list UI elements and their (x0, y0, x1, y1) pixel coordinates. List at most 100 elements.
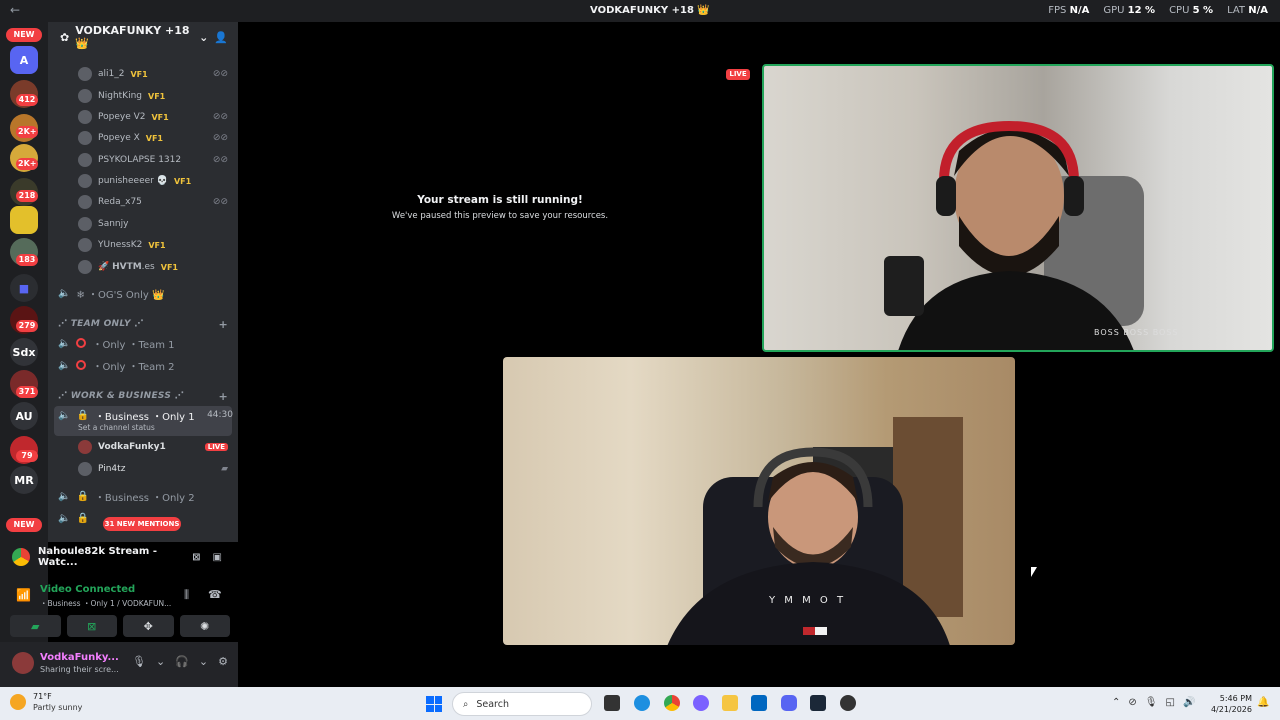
server-badge: 279 (16, 320, 38, 332)
temperature: 71°F (33, 692, 52, 701)
taskbar: 71°F Partly sunny ⌕ Search ⌃ ⊘ 🎙 ◱ 🔊 5:4… (0, 687, 1280, 720)
speaker-icon: 🔈 (58, 490, 71, 502)
steam-icon[interactable] (810, 695, 826, 711)
window-title: VODKAFUNKY +18 👑 (590, 5, 710, 16)
lock-icon: 🔒 (76, 512, 89, 524)
server-icon[interactable]: MR (10, 466, 38, 494)
deafened-icon: ⊘⊘ (212, 69, 228, 79)
chevron-down-icon[interactable]: ⌄ (156, 655, 165, 668)
voice-channel-business1[interactable]: 🔈 🔒 ・Business ・Only 1 44:30 (58, 405, 233, 425)
chrome-icon (12, 548, 30, 566)
time: 5:46 PM (1219, 694, 1252, 703)
video-tile-2[interactable]: Y M M O T (503, 357, 1015, 645)
channel-status[interactable]: Set a channel status (78, 423, 155, 432)
voice-status[interactable]: Video Connected (40, 584, 135, 595)
chevron-up-icon[interactable]: ⌃ (1112, 697, 1120, 708)
avatar (78, 131, 92, 145)
voice-member[interactable]: punisheeeer 💀 VF1 (78, 171, 228, 191)
screen-share-button[interactable]: ⊠ (66, 615, 117, 637)
voice-channel-team2[interactable]: 🔈 ・Only ・Team 2 (58, 355, 233, 375)
stop-stream-icon[interactable]: ⊠ (192, 552, 200, 563)
new-mentions-pill[interactable]: 31 NEW MENTIONS (103, 517, 181, 531)
chrome-icon[interactable] (664, 695, 680, 711)
invite-icon[interactable]: 👤 (214, 31, 228, 44)
popout-icon[interactable]: ▣ (213, 552, 222, 563)
fps-stat: FPS N/A (1048, 5, 1090, 16)
network-icon[interactable]: ⊘ (1128, 697, 1136, 708)
add-channel-icon[interactable]: + (218, 390, 228, 403)
server-icon[interactable] (10, 206, 38, 234)
server-icon[interactable]: A (10, 46, 38, 74)
file-explorer-icon[interactable] (722, 695, 738, 711)
sun-icon (10, 694, 26, 710)
server-badge: 218 (16, 190, 38, 202)
notification-icon[interactable]: 🔔 (1257, 697, 1269, 708)
folder-icon[interactable]: ■ (10, 274, 38, 302)
voice-member[interactable]: VodkaFunky1 LIVE (78, 437, 228, 457)
voice-location: ・Business ・Only 1 / VODKAFUN... (40, 599, 172, 608)
discord-icon[interactable] (781, 695, 797, 711)
voice-channel-ogs[interactable]: 🔈 ❄ ・OG'S Only 👑 (58, 283, 233, 303)
voice-member[interactable]: Popeye V2 VF1 ⊘⊘ (78, 107, 228, 127)
deafened-icon: ⊘⊘ (212, 112, 228, 122)
headphones-icon[interactable]: 🎧 (175, 655, 189, 668)
category-work-business[interactable]: ⋰ WORK & BUSINESS ⋰ + (58, 390, 228, 403)
voice-channel-business2[interactable]: 🔈 🔒 ・Business ・Only 2 (58, 486, 233, 506)
new-pill[interactable]: NEW (6, 518, 42, 532)
voice-member[interactable]: Sannjy (78, 214, 228, 234)
deafened-icon: ⊘⊘ (212, 197, 228, 207)
cpu-stat: CPU 5 % (1169, 5, 1214, 16)
activities-button[interactable]: ✥ (123, 615, 174, 637)
category-team-only[interactable]: ⋰ TEAM ONLY ⋰ + (58, 318, 228, 331)
voice-member[interactable]: ali1_2 VF1 ⊘⊘ (78, 64, 228, 84)
speaker-icon: 🔈 (58, 337, 71, 349)
task-view-icon[interactable] (604, 695, 620, 711)
camera-button[interactable]: ▰ (10, 615, 61, 637)
back-arrow-icon[interactable]: ← (10, 3, 20, 17)
gpu-stat: GPU 12 % (1103, 5, 1156, 16)
video-tile-1[interactable]: BOSS BOSS BOSS (762, 64, 1274, 352)
clock[interactable]: 5:46 PM 4/21/2026 (1210, 693, 1252, 715)
soundboard-button[interactable]: ✺ (179, 615, 230, 637)
copilot-icon[interactable] (693, 695, 709, 711)
disconnect-icon[interactable]: ☎ (208, 588, 222, 601)
edge-icon[interactable] (634, 695, 650, 711)
speaker-icon: 🔈 (58, 512, 71, 524)
microphone-icon[interactable]: 🎙 (1145, 697, 1158, 708)
app-icon[interactable] (840, 695, 856, 711)
stream-panel[interactable]: Nahoule82k Stream - Watc... ⊠ ▣ (6, 542, 232, 572)
voice-member[interactable]: Popeye X VF1 ⊘⊘ (78, 128, 228, 148)
store-icon[interactable] (751, 695, 767, 711)
voice-member[interactable]: 🚀 𝗛𝗩𝗧𝗠.es VF1 (78, 257, 228, 277)
voice-member[interactable]: YUnessK2 VF1 (78, 235, 228, 255)
new-pill[interactable]: NEW (6, 28, 42, 42)
server-icon[interactable]: Sdx (10, 338, 38, 366)
voice-member[interactable]: PSYKOLAPSE 1312 ⊘⊘ (78, 150, 228, 170)
taskbar-search[interactable]: ⌕ Search (452, 692, 592, 716)
voice-member[interactable]: Reda_x75 ⊘⊘ (78, 192, 228, 212)
windows-start-icon[interactable] (426, 696, 442, 712)
avatar (78, 462, 92, 476)
add-channel-icon[interactable]: + (218, 318, 228, 331)
live-badge: LIVE (726, 69, 750, 80)
noise-suppression-icon[interactable]: ⫼ (184, 588, 189, 602)
wifi-icon[interactable]: ◱ (1165, 697, 1174, 708)
username[interactable]: VodkaFunky... (40, 652, 119, 663)
voice-channel-team1[interactable]: 🔈 ・Only ・Team 1 (58, 333, 233, 353)
paused-subtitle: We've paused this preview to save your r… (391, 211, 609, 221)
server-icon[interactable]: AU (10, 402, 38, 430)
avatar[interactable] (12, 652, 34, 674)
shirt-text: Y M M O T (769, 595, 847, 606)
voice-member[interactable]: NightKing VF1 (78, 86, 228, 106)
microphone-icon[interactable]: 🎙 (132, 655, 146, 668)
server-badge: 371 (16, 386, 38, 398)
volume-icon[interactable]: 🔊 (1183, 697, 1195, 708)
guild-header[interactable]: ✿ VODKAFUNKY +18 👑 ⌄ 👤 (48, 22, 238, 52)
chevron-down-icon[interactable]: ⌄ (199, 655, 208, 668)
voice-connection-panel: 📶 Video Connected ・Business ・Only 1 / VO… (6, 580, 232, 612)
no-entry-icon (76, 338, 87, 348)
gear-icon[interactable]: ⚙ (218, 655, 228, 668)
chevron-down-icon: ⌄ (199, 30, 209, 44)
lock-icon: 🔒 (76, 409, 89, 421)
voice-member[interactable]: Pin4tz ▰ (78, 459, 228, 479)
